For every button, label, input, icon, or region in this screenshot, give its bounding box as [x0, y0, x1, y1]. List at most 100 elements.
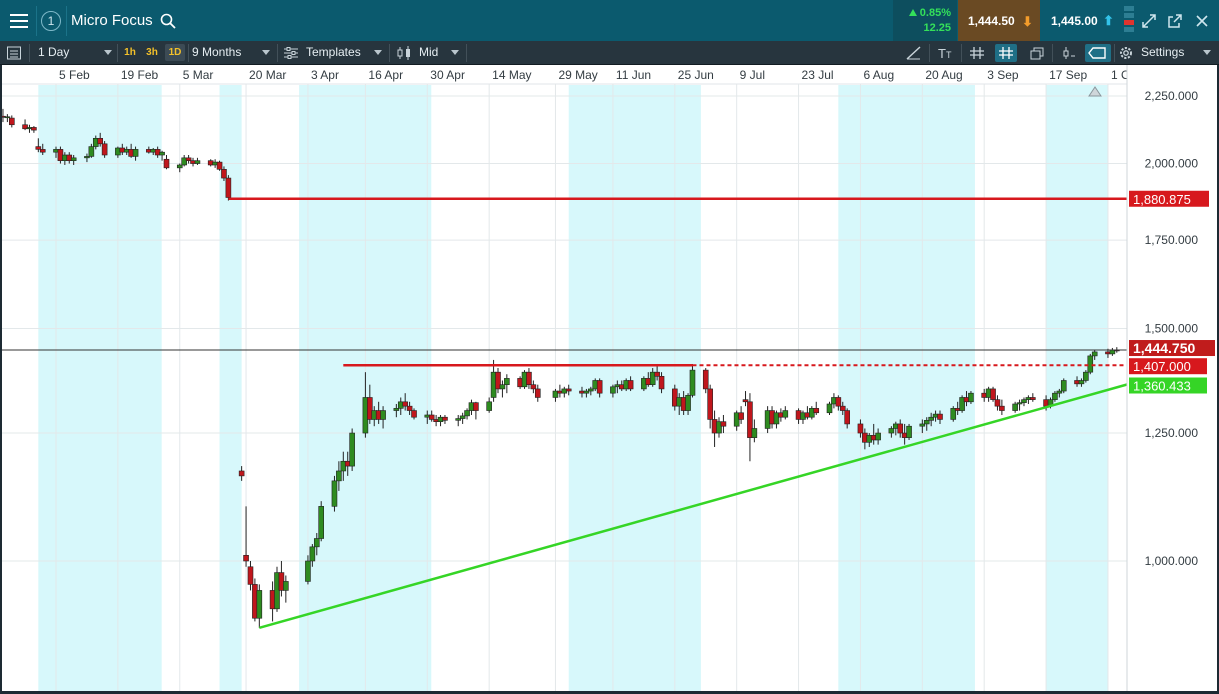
candle-body: [176, 164, 183, 169]
templates-icon: [284, 47, 298, 59]
price-type-label: Mid: [419, 45, 439, 59]
draw-line-icon[interactable]: [903, 44, 925, 62]
candle-body: [738, 412, 744, 420]
candle-body: [530, 384, 537, 390]
svg-text:T: T: [938, 46, 946, 61]
tag-icon[interactable]: [1085, 44, 1111, 62]
candle-body: [990, 388, 996, 400]
timeframe-1d[interactable]: 1D: [165, 44, 185, 61]
x-tick-label: 16 Apr: [368, 68, 403, 82]
up-triangle-icon: [908, 9, 917, 16]
candle-body: [689, 369, 696, 396]
month-band: [38, 85, 162, 691]
candle-body: [504, 378, 510, 385]
popout-icon[interactable]: [1166, 12, 1184, 30]
buy-button[interactable]: 1,445.00 ⬆: [1041, 0, 1121, 42]
candle-body: [163, 158, 170, 169]
candle-body: [380, 410, 386, 420]
close-icon[interactable]: [1193, 12, 1211, 30]
candle-body: [839, 405, 846, 411]
templates-label: Templates: [306, 45, 361, 59]
candle-body: [194, 160, 201, 164]
candle-body: [473, 402, 479, 411]
chart-area[interactable]: 5 Feb 19 Feb 5 Mar 20 Mar 3 Apr 16 Apr 30 Apr 1…: [0, 65, 1217, 691]
grid-icon[interactable]: [966, 44, 988, 62]
candle-body: [35, 146, 42, 150]
signal-bars-icon: [1124, 6, 1134, 36]
hamburger-menu-icon[interactable]: [6, 9, 32, 33]
candle-body: [8, 117, 15, 126]
candle-body: [1012, 403, 1018, 411]
arrow-down-icon: ⬇: [1022, 14, 1033, 29]
candle-body: [923, 420, 930, 425]
indicator-icon[interactable]: [1057, 44, 1079, 62]
price-chart[interactable]: 5 Feb 19 Feb 5 Mar 20 Mar 3 Apr 16 Apr 30 Apr 1…: [0, 65, 1217, 691]
y-tick-label: 2,000.000: [1145, 157, 1199, 171]
candle-body: [928, 416, 934, 421]
divider: [66, 6, 67, 36]
chevron-down-icon: [1203, 50, 1211, 55]
candle-body: [70, 157, 77, 161]
chevron-down-icon: [104, 50, 112, 55]
candle-body: [610, 386, 616, 394]
candle-body: [596, 380, 603, 394]
chevron-down-icon: [262, 50, 270, 55]
candle-body: [283, 581, 289, 591]
candle-body: [826, 403, 833, 414]
price-type-dropdown[interactable]: Mid: [419, 41, 461, 64]
x-tick-label: 20 Aug: [925, 68, 962, 82]
candle-body: [238, 470, 245, 477]
y-tick-label: 1,750.000: [1145, 233, 1199, 247]
x-tick-label: 5 Feb: [59, 68, 90, 82]
expand-icon[interactable]: [1140, 12, 1158, 30]
layers-icon[interactable]: [1026, 44, 1048, 62]
candle-body: [1021, 399, 1027, 403]
candle-body: [499, 384, 506, 390]
x-tick-label: 17 Sep: [1049, 68, 1087, 82]
search-icon[interactable]: [160, 13, 176, 29]
templates-dropdown[interactable]: Templates: [306, 41, 384, 64]
candle-body: [132, 149, 139, 157]
candle-body: [844, 410, 850, 425]
month-band: [1046, 85, 1108, 691]
candle-body: [654, 371, 660, 377]
candle-body: [782, 410, 789, 418]
window-number-badge[interactable]: 1: [41, 11, 61, 31]
candle-body: [331, 480, 338, 507]
candle-body: [1087, 355, 1094, 373]
chevron-down-icon: [374, 50, 382, 55]
svg-text:T: T: [946, 50, 952, 60]
timeframe-1h[interactable]: 1h: [120, 44, 140, 61]
timeframe-3h[interactable]: 3h: [142, 44, 162, 61]
last-price-label: 1,444.750: [1133, 340, 1195, 356]
level-label-1407: 1,407.000: [1133, 359, 1191, 374]
level-label-1360: 1,360.433: [1133, 379, 1191, 394]
change-percent: 0.85%: [919, 7, 951, 19]
chart-toolbar: 1 Day 1h 3h 1D 9 Months Templates Mid TT: [0, 41, 1219, 65]
candle-body: [459, 415, 466, 419]
x-tick-label: 5 Mar: [183, 68, 214, 82]
sell-button[interactable]: 1,444.50 ⬇: [958, 0, 1040, 42]
candle-body: [428, 414, 435, 420]
candle-body: [968, 392, 974, 403]
candle-body: [159, 151, 165, 156]
arrow-up-icon: ⬆: [1103, 13, 1114, 28]
crosshair-icon[interactable]: [995, 44, 1017, 62]
candle-body: [318, 506, 325, 539]
candle-body: [906, 425, 912, 438]
instrument-name[interactable]: Micro Focus: [71, 12, 153, 29]
list-icon[interactable]: [6, 44, 22, 62]
candle-body: [888, 428, 895, 434]
candle-body: [305, 560, 311, 582]
settings-button[interactable]: Settings: [1141, 41, 1215, 64]
candle-body: [349, 432, 355, 467]
candle-body: [313, 538, 320, 548]
text-tool-icon[interactable]: TT: [935, 44, 957, 62]
candle-body: [707, 388, 713, 420]
interval-dropdown[interactable]: 1 Day: [38, 41, 114, 64]
y-tick-label: 1,250.000: [1145, 426, 1199, 440]
gear-icon: [1120, 47, 1132, 59]
range-dropdown[interactable]: 9 Months: [192, 41, 272, 64]
x-tick-label: 20 Mar: [249, 68, 286, 82]
candle-body: [702, 369, 709, 390]
